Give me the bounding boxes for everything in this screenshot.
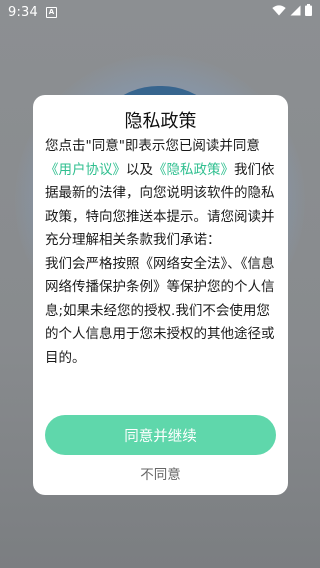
notification-a-icon: A xyxy=(46,6,57,18)
agree-and-continue-button[interactable]: 同意并继续 xyxy=(45,415,276,455)
body-paragraph-2: 我们会严格按照《网络安全法》、《信息网络传播保护条例》等保护您的个人信息;如果未… xyxy=(45,255,275,366)
disagree-button[interactable]: 不同意 xyxy=(33,461,288,485)
status-right xyxy=(272,4,312,20)
status-left: 9:34 A xyxy=(8,5,57,20)
wifi-icon xyxy=(272,4,286,20)
dialog-body: 您点击"同意"即表示您已阅读并同意《用户协议》以及《隐私政策》我们依据最新的法律… xyxy=(45,135,277,370)
status-bar: 9:34 A xyxy=(0,0,320,24)
body-intro: 您点击"同意"即表示您已阅读并同意 xyxy=(45,138,260,154)
body-connector: 以及 xyxy=(126,161,153,178)
user-agreement-link[interactable]: 《用户协议》 xyxy=(45,162,126,178)
battery-icon xyxy=(305,4,312,20)
dialog-title: 隐私政策 xyxy=(124,111,197,132)
signal-icon xyxy=(290,5,301,20)
privacy-policy-dialog: 隐私政策 您点击"同意"即表示您已阅读并同意《用户协议》以及《隐私政策》我们依据… xyxy=(33,95,288,495)
status-time: 9:34 xyxy=(8,4,38,20)
privacy-policy-link[interactable]: 《隐私政策》 xyxy=(153,162,234,178)
